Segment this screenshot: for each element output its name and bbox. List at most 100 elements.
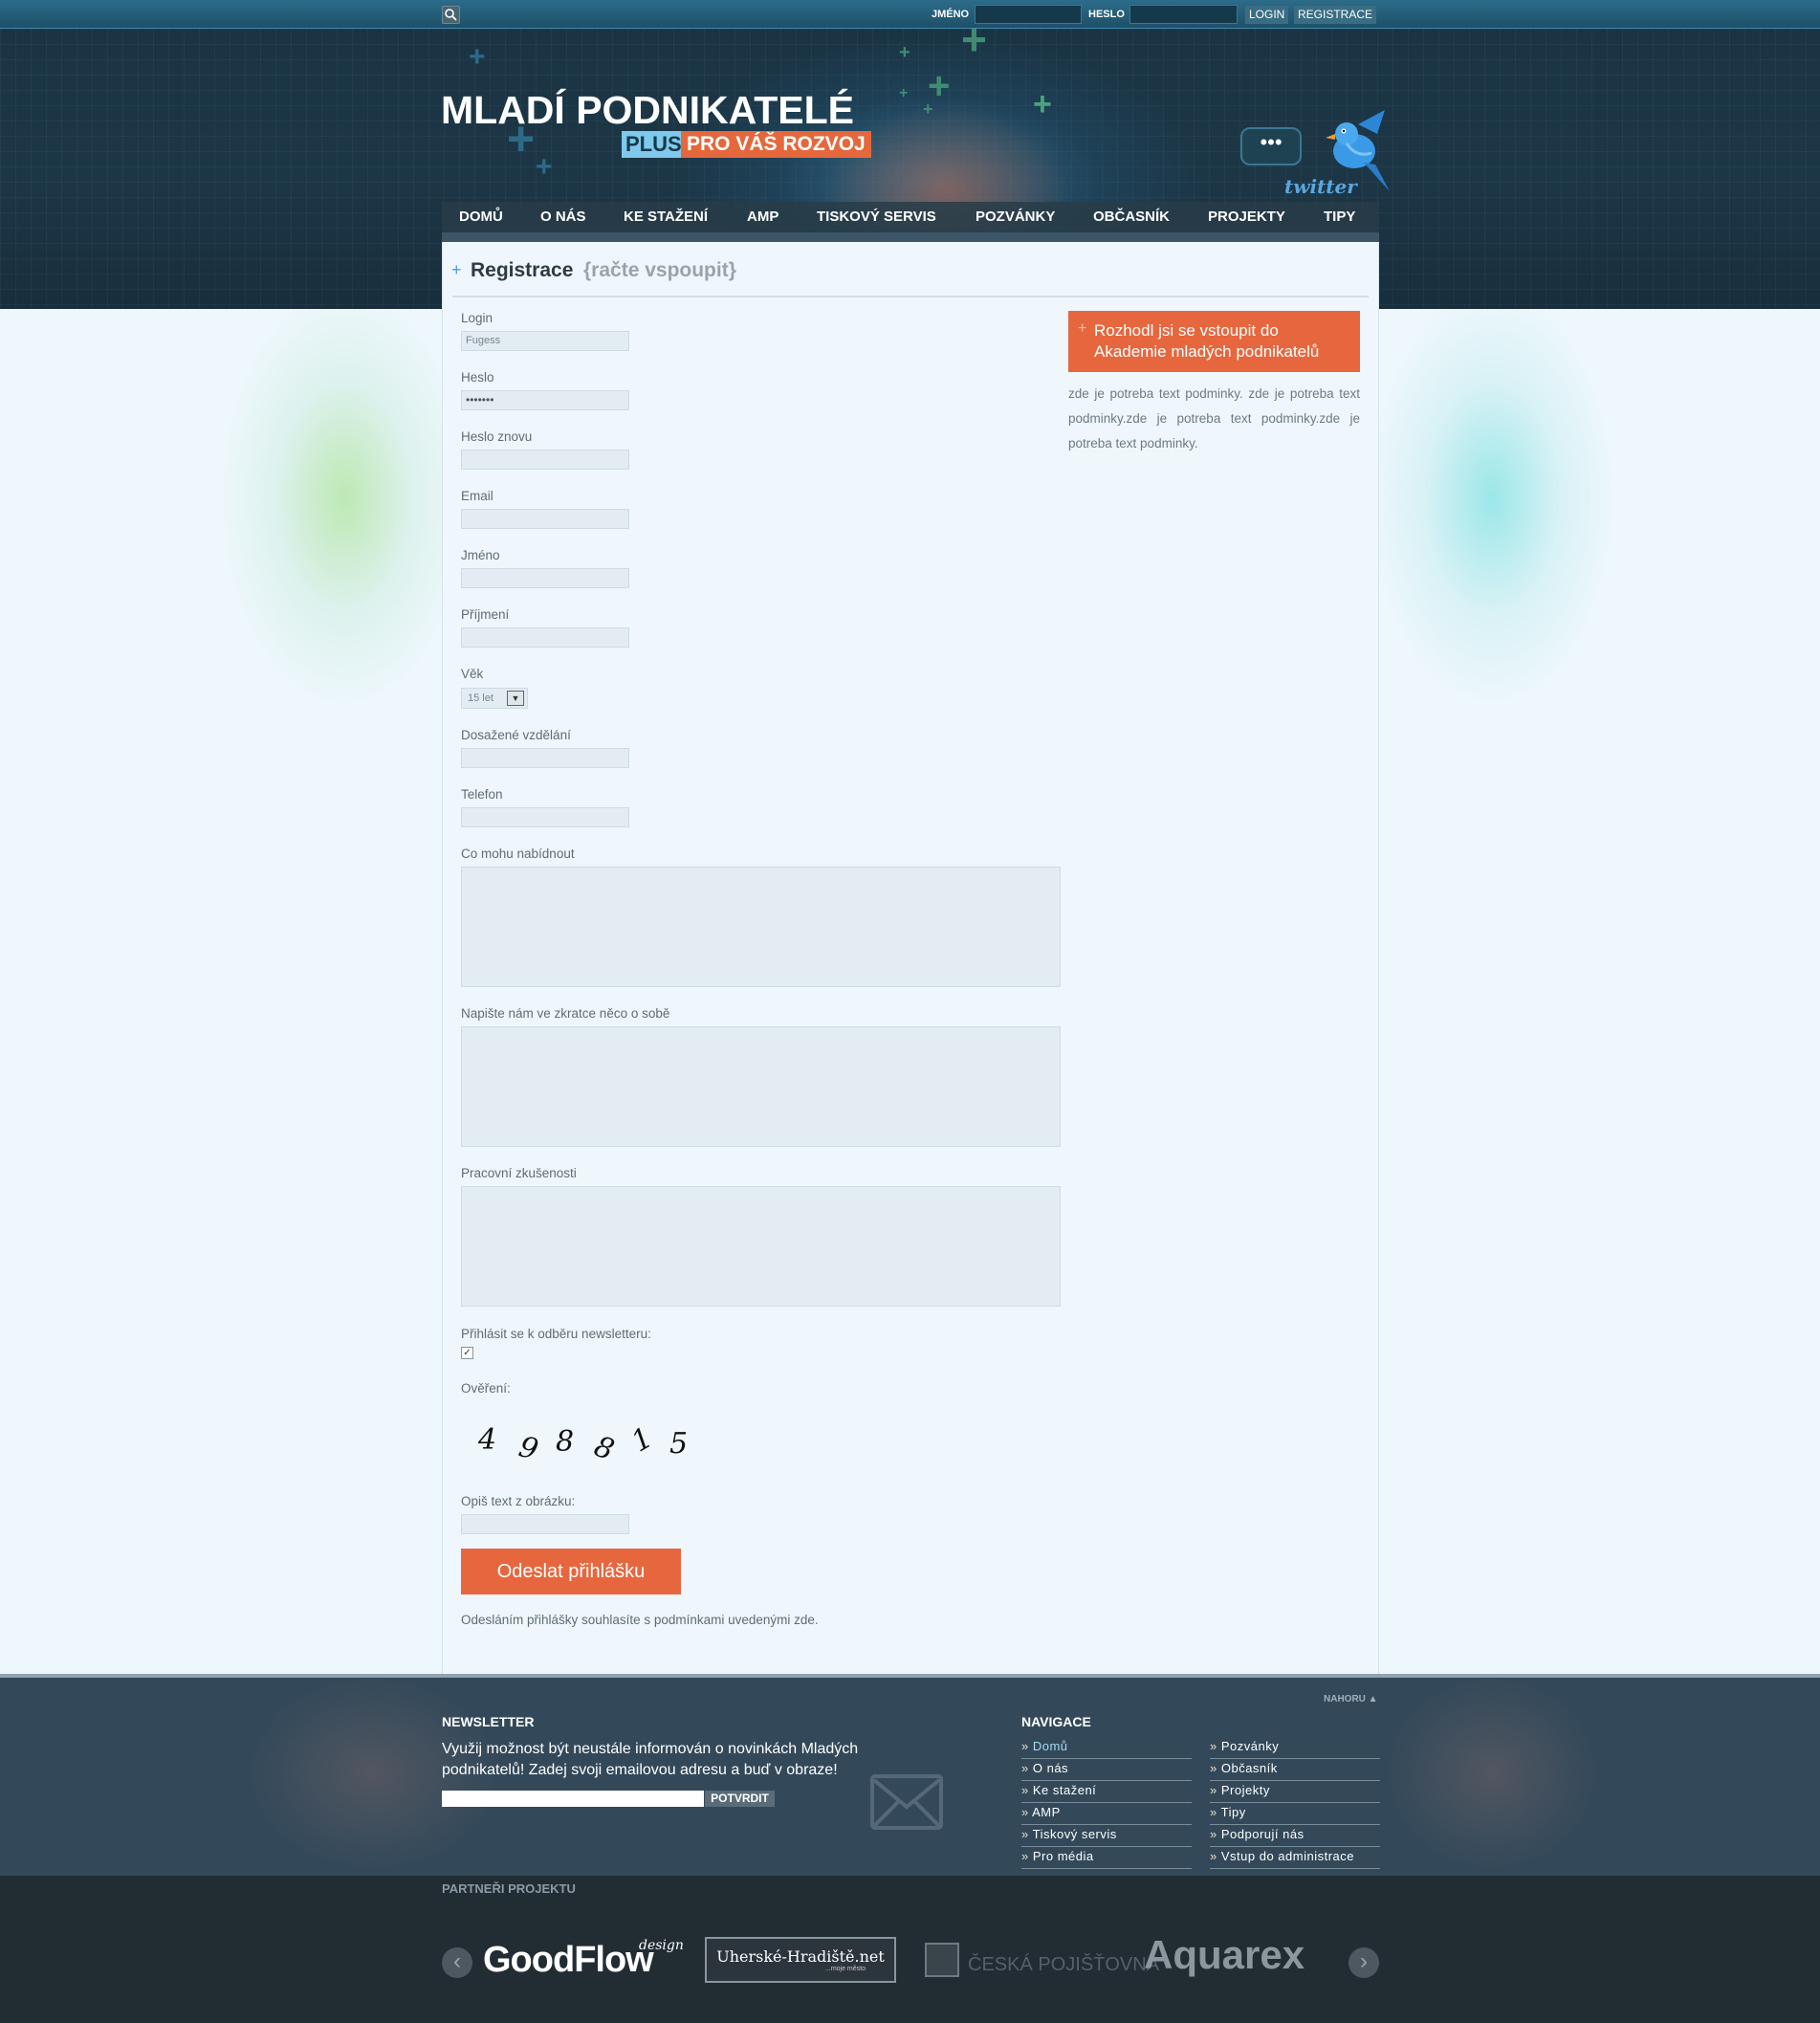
footer-nav-label: Podporují nás [1220, 1827, 1305, 1841]
newsletter-submit-button[interactable]: POTVRDIT [705, 1791, 775, 1807]
nav-item-domu[interactable]: DOMŮ [459, 202, 503, 232]
education-field[interactable] [461, 748, 629, 768]
footer-nav-item[interactable]: » Vstup do administrace [1210, 1847, 1380, 1869]
newsletter-text: Využij možnost být neustále informován o… [442, 1741, 859, 1778]
offer-textarea[interactable] [461, 867, 1061, 987]
partner-logo-goodflow-tag: design [639, 1938, 684, 1953]
nav-item-tiskovy-servis[interactable]: TISKOVÝ SERVIS [817, 202, 936, 232]
footer-nav-item[interactable]: » AMP [1021, 1803, 1192, 1825]
submit-button[interactable]: Odeslat přihlášku [461, 1549, 681, 1594]
back-to-top-link[interactable]: NAHORU ▲ [1324, 1694, 1378, 1704]
promo-plus-icon: + [1078, 320, 1087, 337]
newsletter-email-input[interactable] [442, 1791, 704, 1807]
name-input[interactable] [975, 5, 1082, 24]
phone-field[interactable] [461, 807, 629, 827]
partner-logo-aquarex[interactable]: Aquarex [1144, 1932, 1305, 1978]
footer-nav-item[interactable]: » Domů [1021, 1737, 1192, 1759]
title-divider [452, 296, 1369, 297]
footer-nav-item[interactable]: » Tiskový servis [1021, 1825, 1192, 1847]
register-link[interactable]: REGISTRACE [1294, 6, 1377, 24]
nav-item-o-nas[interactable]: O NÁS [540, 202, 586, 232]
decorative-plus: + [923, 99, 933, 119]
bullet-icon: » [1021, 1827, 1029, 1841]
experience-textarea[interactable] [461, 1186, 1061, 1307]
login-field[interactable]: Fugess [461, 331, 629, 351]
decorative-plus: + [899, 85, 909, 101]
footer-nav-label: AMP [1032, 1805, 1061, 1819]
phone-label: Telefon [461, 787, 503, 802]
chevron-down-icon[interactable]: ▼ [507, 691, 524, 706]
partner-logo-uherske-hradiste[interactable]: Uherské-Hradiště.net ...moje město [705, 1937, 896, 1983]
firstname-field[interactable] [461, 568, 629, 588]
decorative-glow-left [220, 287, 469, 708]
newsletter-checkbox[interactable]: ✓ [461, 1347, 473, 1359]
footer-nav-label: Domů [1032, 1739, 1068, 1753]
captcha-char: 4 [478, 1423, 497, 1457]
bullet-icon: » [1021, 1739, 1029, 1753]
bullet-icon: » [1210, 1805, 1217, 1819]
partner-logo-ceska-pojistovna[interactable]: ČESKÁ POJIŠŤOVNA [968, 1954, 1159, 1976]
footer-nav-label: Projekty [1220, 1783, 1270, 1797]
bullet-icon: » [1210, 1761, 1217, 1775]
partner-logo-tagline: ...moje město [824, 1966, 866, 1972]
offer-label: Co mohu nabídnout [461, 847, 575, 861]
footer-nav-item[interactable]: » Ke stažení [1021, 1781, 1192, 1803]
footer-nav-item[interactable]: » Tipy [1210, 1803, 1380, 1825]
partners-title: PARTNEŘI PROJEKTU [442, 1881, 576, 1896]
footer-nav-label: Tiskový servis [1032, 1827, 1117, 1841]
firstname-label: Jméno [461, 548, 500, 562]
partner-logo-goodflow[interactable]: GoodFlow [483, 1940, 654, 1981]
promo-line: Akademie mladých podnikatelů [1094, 342, 1320, 361]
footer-nav-item[interactable]: » Pozvánky [1210, 1737, 1380, 1759]
top-bar [0, 0, 1820, 29]
nav-item-pozvanky[interactable]: POZVÁNKY [976, 202, 1055, 232]
nav-item-ke-stazeni[interactable]: KE STAŽENÍ [624, 202, 708, 232]
chevron-right-icon[interactable]: › [1349, 1947, 1379, 1978]
password-field[interactable]: ••••••• [461, 390, 629, 410]
footer-nav-item[interactable]: » O nás [1021, 1759, 1192, 1781]
promo-box[interactable]: Rozhodl jsi se vstoupit do Akademie mlad… [1068, 311, 1360, 372]
lastname-field[interactable] [461, 627, 629, 648]
footer-nav-item[interactable]: » Projekty [1210, 1781, 1380, 1803]
chevron-left-icon[interactable]: ‹ [442, 1947, 472, 1978]
bullet-icon: » [1021, 1849, 1029, 1863]
bullet-icon: » [1021, 1805, 1029, 1819]
email-label: Email [461, 489, 493, 503]
page-subtitle: {račte vspoupit} [583, 259, 736, 281]
age-label: Věk [461, 667, 484, 681]
verify-label: Ověření: [461, 1381, 511, 1396]
decorative-plus: + [469, 41, 486, 73]
footer-nav-label: Občasník [1220, 1761, 1278, 1775]
footer-nav-label: Vstup do administrace [1220, 1849, 1354, 1863]
twitter-label[interactable]: twitter [1284, 175, 1357, 198]
newsletter-title: NEWSLETTER [442, 1714, 535, 1729]
nav-item-amp[interactable]: AMP [747, 202, 778, 232]
experience-label: Pracovní zkušenosti [461, 1166, 577, 1180]
password-confirm-label: Heslo znovu [461, 429, 533, 444]
search-button[interactable] [442, 6, 460, 24]
bullet-icon: » [1210, 1783, 1217, 1797]
decorative-plus: + [536, 151, 553, 183]
nav-item-tipy[interactable]: TIPY [1324, 202, 1355, 232]
footer-glow-right [1387, 1678, 1597, 1869]
email-field[interactable] [461, 509, 629, 529]
title-plus-icon: + [451, 260, 462, 279]
name-label: JMÉNO [932, 9, 970, 20]
footer-nav-item[interactable]: » Pro média [1021, 1847, 1192, 1869]
twitter-speech-bubble[interactable]: ••• [1240, 127, 1302, 165]
footer-nav-label: Tipy [1220, 1805, 1246, 1819]
nav-item-projekty[interactable]: PROJEKTY [1208, 202, 1285, 232]
footer-nav-item[interactable]: » Občasník [1210, 1759, 1380, 1781]
footer-nav-label: Ke stažení [1032, 1783, 1097, 1797]
bullet-icon: » [1021, 1761, 1029, 1775]
about-textarea[interactable] [461, 1026, 1061, 1147]
footer-nav-item[interactable]: » Podporují nás [1210, 1825, 1380, 1847]
login-link[interactable]: LOGIN [1245, 6, 1289, 24]
page-title: Registrace [471, 259, 574, 281]
site-logo-title[interactable]: MLADÍ PODNIKATELÉ [441, 88, 854, 133]
password-input[interactable] [1129, 5, 1238, 24]
nav-item-obcasnik[interactable]: OBČASNÍK [1093, 202, 1170, 232]
captcha-field[interactable] [461, 1514, 629, 1534]
logo-subtitle: PRO VÁŠ ROZVOJ [681, 131, 871, 158]
password-confirm-field[interactable] [461, 450, 629, 470]
